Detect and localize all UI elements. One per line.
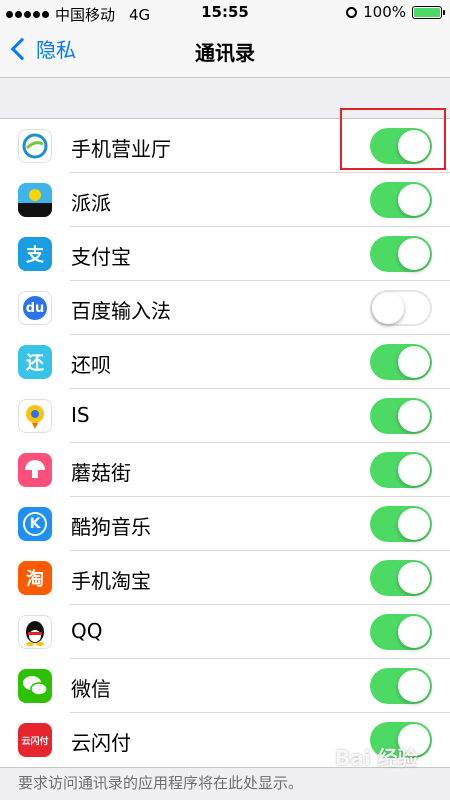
taobao-glyph: 淘 [26, 569, 44, 590]
huanbei-glyph: 还 [26, 353, 44, 374]
is-app-icon [18, 399, 52, 433]
list-item: du 百度输入法 [0, 281, 450, 335]
qq-icon [18, 615, 52, 649]
contacts-toggle[interactable] [370, 290, 432, 326]
list-item: 蘑菇街 [0, 443, 450, 497]
mogujie-icon [18, 453, 52, 487]
baidu-ime-icon: du [18, 291, 52, 325]
kugou-glyph: K [23, 512, 47, 536]
contacts-toggle[interactable] [370, 344, 432, 380]
unionpay-icon: 云闪付 [18, 723, 52, 757]
contacts-toggle[interactable] [370, 506, 432, 542]
contacts-toggle[interactable] [370, 398, 432, 434]
watermark: Bai 经验 [335, 746, 418, 770]
footer-note: 要求访问通讯录的应用程序将在此处显示。 [18, 774, 304, 792]
alarm-icon [346, 6, 358, 18]
contacts-toggle[interactable] [370, 182, 432, 218]
status-bar: 中国移动 4G 15:55 100% [0, 0, 450, 26]
list-item: QQ [0, 605, 450, 659]
list-item: IS [0, 389, 450, 443]
highlight-annotation-box [340, 108, 446, 170]
alipay-icon: 支 [18, 237, 52, 271]
alipay-glyph: 支 [26, 245, 44, 266]
app-name: 百度输入法 [71, 299, 171, 323]
app-name: 云闪付 [71, 731, 131, 755]
list-item: 支 支付宝 [0, 227, 450, 281]
taobao-icon: 淘 [18, 561, 52, 595]
list-item: 淘 手机淘宝 [0, 551, 450, 605]
navigation-bar: 隐私 通讯录 [0, 26, 450, 78]
list-item: 微信 [0, 659, 450, 713]
app-name: IS [71, 403, 90, 427]
app-name: 手机淘宝 [71, 569, 151, 593]
app-name: 还呗 [71, 353, 111, 377]
china-mobile-icon [18, 129, 52, 163]
contacts-toggle[interactable] [370, 614, 432, 650]
baidu-glyph: du [23, 296, 47, 320]
page-title: 通讯录 [195, 41, 255, 65]
paipai-icon [18, 183, 52, 217]
app-name: 酷狗音乐 [71, 515, 151, 539]
unionpay-glyph: 云闪付 [21, 736, 49, 747]
list-item: K 酷狗音乐 [0, 497, 450, 551]
list-item: 还 还呗 [0, 335, 450, 389]
contacts-access-list: 手机营业厅 派派 支 支付宝 du 百度输入法 还 还呗 IS 蘑菇街 K 酷狗… [0, 118, 450, 768]
app-name: QQ [71, 619, 103, 643]
contacts-toggle[interactable] [370, 452, 432, 488]
app-name: 手机营业厅 [71, 137, 171, 161]
battery-percent: 100% [363, 3, 406, 21]
list-item: 派派 [0, 173, 450, 227]
contacts-toggle[interactable] [370, 236, 432, 272]
battery-icon [412, 5, 445, 19]
huanbei-icon: 还 [18, 345, 52, 379]
contacts-toggle[interactable] [370, 668, 432, 704]
kugou-icon: K [18, 507, 52, 541]
app-name: 派派 [71, 191, 111, 215]
app-name: 支付宝 [71, 245, 131, 269]
wechat-icon [18, 669, 52, 703]
app-name: 蘑菇街 [71, 461, 131, 485]
app-name: 微信 [71, 677, 111, 701]
status-right: 100% [346, 3, 445, 21]
contacts-toggle[interactable] [370, 560, 432, 596]
